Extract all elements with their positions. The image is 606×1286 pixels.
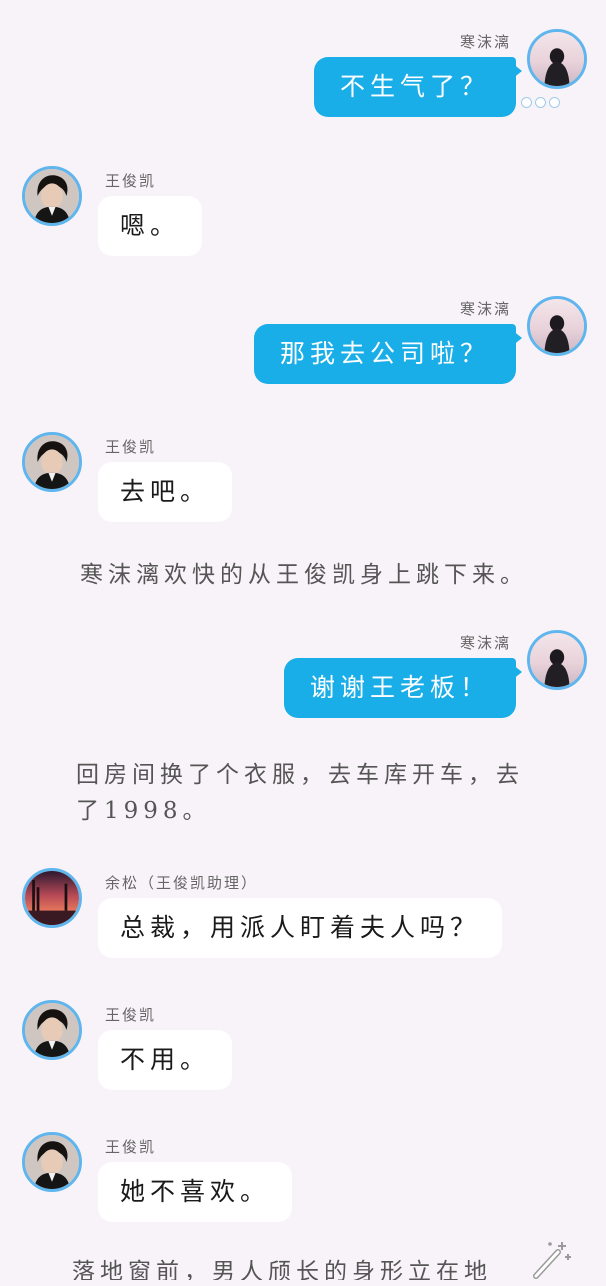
boy-avatar[interactable] — [22, 1000, 82, 1060]
received-message-bubble[interactable]: 总裁，用派人盯着夫人吗？ — [98, 898, 503, 958]
girl-avatar[interactable] — [527, 29, 587, 89]
boy-avatar-image — [25, 1003, 79, 1057]
magic-wand-icon[interactable] — [528, 1238, 572, 1282]
chat-message: 王俊凯 嗯。 — [0, 166, 606, 266]
girl-avatar-image — [530, 299, 584, 353]
magic-wand-icon-graphic — [533, 1242, 571, 1279]
chat-feed: 寒沫漓 不生气了？ 王俊凯 嗯。 寒沫漓 那我去公司啦？ 王俊凯 去吧。 寒沫漓… — [0, 0, 606, 1280]
boy-avatar[interactable] — [22, 1132, 82, 1192]
chat-message: 寒沫漓 不生气了？ — [0, 29, 606, 129]
girl-avatar[interactable] — [527, 630, 587, 690]
boy-avatar[interactable] — [22, 432, 82, 492]
girl-avatar[interactable] — [527, 296, 587, 356]
chat-message: 王俊凯 不用。 — [0, 1000, 606, 1100]
sender-name: 余松（王俊凯助理） — [105, 874, 259, 892]
chat-message: 寒沫漓 那我去公司啦？ — [0, 296, 606, 396]
narration-text: 寒沫漓欢快的从王俊凯身上跳下来。 — [80, 562, 528, 588]
bubble-tail — [512, 664, 522, 680]
girl-avatar-image — [530, 32, 584, 86]
bubble-tail — [512, 63, 522, 79]
boy-avatar-image — [25, 1135, 79, 1189]
received-message-bubble[interactable]: 去吧。 — [98, 462, 233, 522]
sent-message-bubble[interactable]: 那我去公司啦？ — [253, 324, 516, 384]
sent-message-bubble[interactable]: 谢谢王老板！ — [283, 658, 516, 718]
sunset-avatar[interactable] — [22, 868, 82, 928]
narration-text: 回房间换了个衣服，去车库开车，去了1998。 — [76, 762, 524, 824]
received-message-bubble[interactable]: 她不喜欢。 — [98, 1162, 293, 1222]
sender-name: 寒沫漓 — [459, 300, 511, 318]
sender-name: 寒沫漓 — [459, 33, 511, 51]
received-message-bubble[interactable]: 嗯。 — [98, 196, 203, 256]
sender-name: 王俊凯 — [105, 172, 157, 190]
narration-text: 落地窗前，男人颀长的身形立在地 — [72, 1259, 492, 1280]
sender-name: 王俊凯 — [105, 438, 157, 456]
sender-name: 王俊凯 — [105, 1138, 157, 1156]
sender-name: 寒沫漓 — [459, 634, 511, 652]
boy-avatar-image — [25, 169, 79, 223]
sent-message-bubble[interactable]: 不生气了？ — [313, 57, 516, 117]
received-message-bubble[interactable]: 不用。 — [98, 1030, 233, 1090]
sunset-avatar-image — [25, 871, 79, 925]
typing-dots-icon — [521, 97, 560, 108]
chat-message: 寒沫漓 谢谢王老板！ — [0, 630, 606, 730]
boy-avatar[interactable] — [22, 166, 82, 226]
boy-avatar-image — [25, 435, 79, 489]
chat-message: 王俊凯 去吧。 — [0, 432, 606, 532]
girl-avatar-image — [530, 633, 584, 687]
sender-name: 王俊凯 — [105, 1006, 157, 1024]
bubble-tail — [512, 330, 522, 346]
chat-message: 王俊凯 她不喜欢。 — [0, 1132, 606, 1232]
chat-message: 余松（王俊凯助理） 总裁，用派人盯着夫人吗？ — [0, 868, 606, 968]
